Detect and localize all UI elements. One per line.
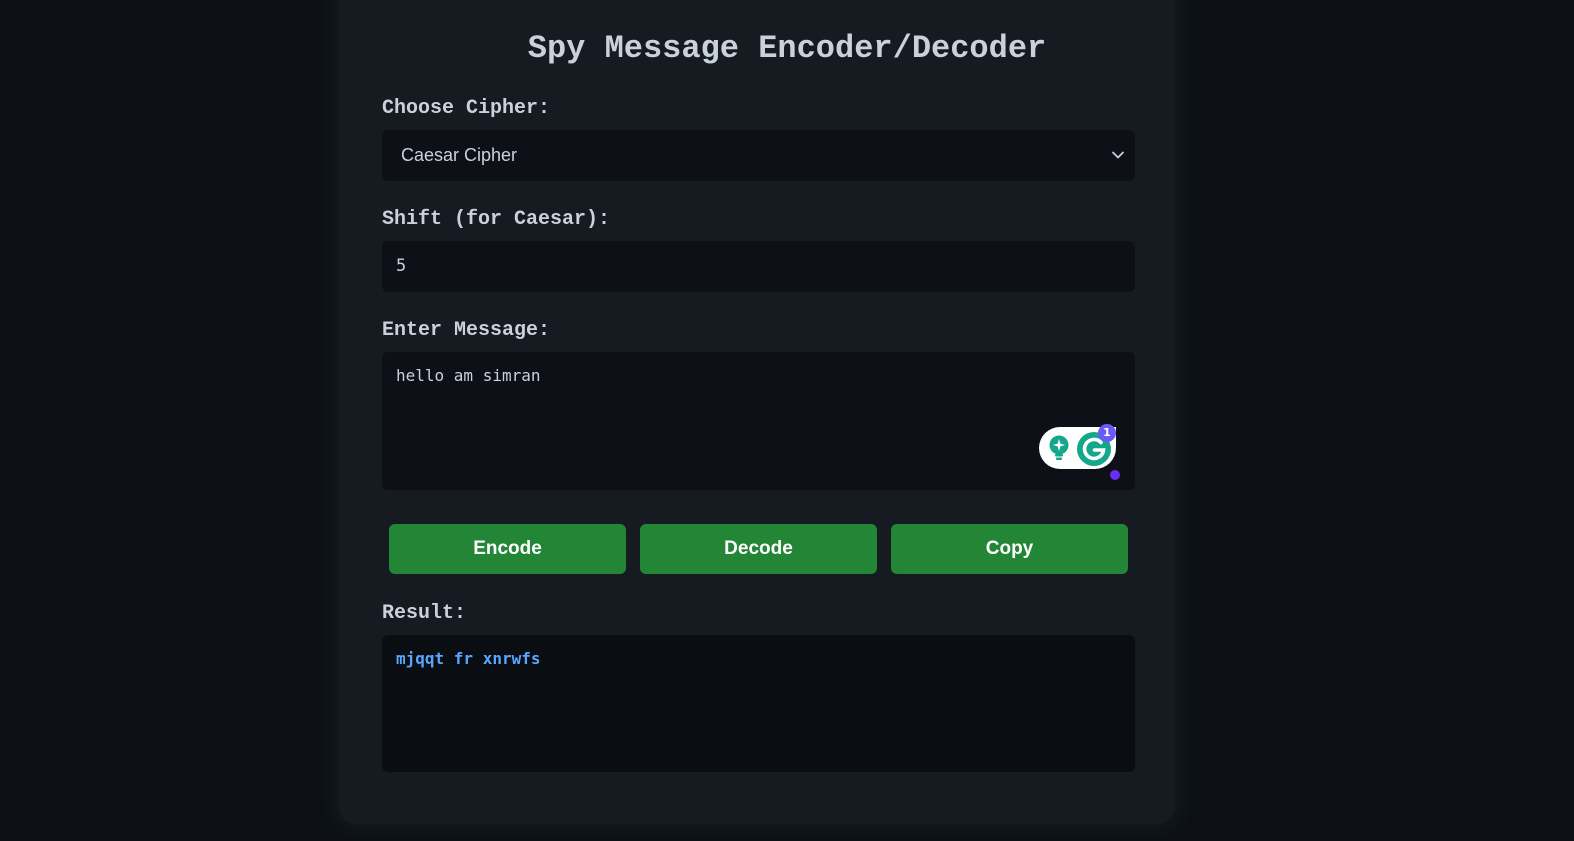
shift-input-value: 5 — [396, 256, 407, 276]
grammarly-status-dot — [1110, 470, 1120, 480]
message-textarea[interactable]: hello am simran 1 — [382, 352, 1135, 490]
shift-input[interactable]: 5 — [382, 241, 1135, 292]
message-label: Enter Message: — [382, 319, 551, 342]
copy-button[interactable]: Copy — [891, 524, 1128, 574]
message-textarea-value: hello am simran — [396, 366, 541, 385]
cipher-label: Choose Cipher: — [382, 97, 551, 120]
cipher-select-value: Caesar Cipher — [401, 145, 518, 165]
encode-button[interactable]: Encode — [389, 524, 626, 574]
grammarly-badge: 1 — [1098, 424, 1116, 442]
lightbulb-icon — [1049, 435, 1069, 460]
cipher-select[interactable]: Caesar Cipher — [382, 130, 1135, 181]
result-output: mjqqt fr xnrwfs — [382, 635, 1135, 772]
chevron-down-icon — [1112, 151, 1124, 159]
page-title: Spy Message Encoder/Decoder — [527, 30, 1047, 67]
decode-button[interactable]: Decode — [640, 524, 877, 574]
result-output-value: mjqqt fr xnrwfs — [396, 649, 541, 668]
shift-label: Shift (for Caesar): — [382, 208, 611, 231]
grammarly-widget[interactable]: 1 — [1039, 424, 1116, 469]
result-label: Result: — [382, 602, 467, 625]
